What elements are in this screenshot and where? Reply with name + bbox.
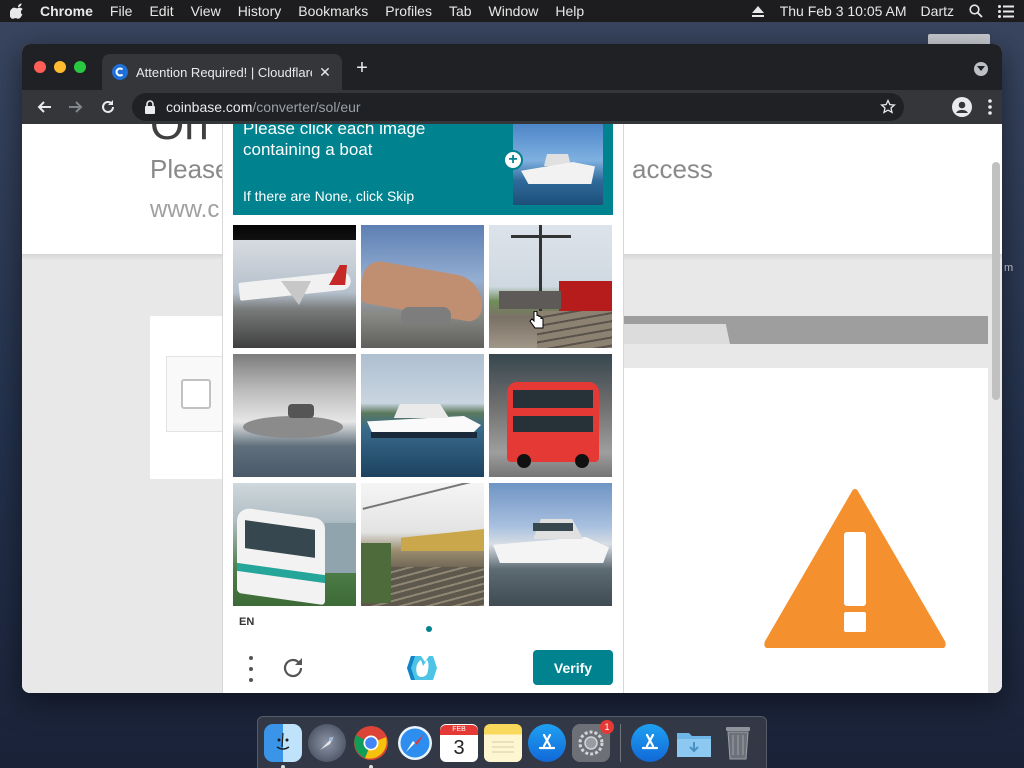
language-selector[interactable]: EN (239, 616, 254, 628)
eject-icon[interactable] (750, 4, 766, 18)
menu-file[interactable]: File (110, 3, 133, 19)
calendar-icon[interactable]: FEB 3 (440, 723, 478, 762)
finder-icon[interactable] (264, 723, 302, 768)
dock-separator (620, 723, 621, 762)
window-controls (34, 61, 86, 73)
page-access-text: access (632, 154, 713, 184)
menu-clock[interactable]: Thu Feb 3 10:05 AM (780, 3, 907, 19)
menu-history[interactable]: History (238, 3, 282, 19)
captcha-image-4[interactable] (233, 354, 356, 477)
warning-icon (764, 486, 946, 653)
hcaptcha-logo-icon[interactable] (405, 652, 439, 689)
minimize-window-button[interactable] (54, 61, 66, 73)
captcha-prompt-text: Please click each image containing a boa… (243, 124, 426, 159)
page-heading: Oh (150, 124, 209, 149)
progress-tab (624, 324, 730, 344)
captcha-prompt: Please click each image containing a boa… (233, 124, 613, 215)
menu-tab[interactable]: Tab (449, 3, 472, 19)
trash-icon[interactable] (719, 724, 757, 762)
calendar-day: 3 (453, 736, 465, 759)
notes-icon[interactable] (484, 723, 522, 762)
refresh-challenge-icon[interactable] (281, 656, 305, 685)
back-button[interactable] (34, 97, 54, 117)
page-content: Oh Please www.c access Please click each… (22, 124, 1002, 693)
example-boat-image[interactable] (513, 124, 603, 205)
tab-search-icon[interactable] (974, 62, 988, 76)
reload-button[interactable] (98, 97, 118, 117)
page-scrollbar[interactable] (992, 162, 1000, 400)
launchpad-icon[interactable] (308, 723, 346, 762)
captcha-image-3[interactable] (489, 225, 612, 348)
menu-edit[interactable]: Edit (149, 3, 173, 19)
apple-icon[interactable] (10, 3, 26, 19)
page-subheading: Please (150, 154, 230, 184)
tab-title: Attention Required! | Cloudflare (136, 64, 312, 80)
app-store-icon[interactable] (528, 723, 566, 762)
menu-bar: Chrome File Edit View History Bookmarks … (0, 0, 1024, 22)
url-path: /converter/sol/eur (252, 99, 361, 115)
page-indicator-dot (426, 626, 432, 632)
menu-profiles[interactable]: Profiles (385, 3, 432, 19)
captcha-challenge: Please click each image containing a boa… (222, 124, 624, 693)
captcha-skip-hint: If there are None, click Skip (243, 188, 415, 204)
human-checkbox[interactable] (181, 379, 211, 409)
captcha-menu-icon[interactable] (245, 656, 257, 682)
downloads-folder-icon[interactable] (675, 724, 713, 762)
spotlight-search-icon[interactable] (968, 4, 984, 18)
close-tab-icon[interactable]: ✕ (318, 64, 332, 81)
captcha-image-5[interactable] (361, 354, 484, 477)
hand-cursor-icon (529, 310, 545, 329)
url-host: coinbase.com (166, 99, 253, 115)
captcha-image-1[interactable] (233, 225, 356, 348)
app-store-downloads-icon[interactable] (631, 723, 669, 762)
notification-badge: 1 (600, 719, 614, 734)
browser-window: Attention Required! | Cloudflare ✕ + coi… (22, 44, 1002, 693)
verify-button[interactable]: Verify (533, 650, 613, 685)
new-tab-button[interactable]: + (352, 58, 372, 78)
menu-view[interactable]: View (191, 3, 221, 19)
expand-example-icon[interactable]: + (503, 150, 523, 170)
safari-icon[interactable] (396, 724, 434, 762)
captcha-image-8[interactable] (361, 483, 484, 606)
forward-button[interactable] (66, 97, 86, 117)
chrome-icon[interactable] (352, 724, 390, 768)
menu-window[interactable]: Window (489, 3, 539, 19)
captcha-image-6[interactable] (489, 354, 612, 477)
tab-strip: Attention Required! | Cloudflare ✕ + (22, 44, 1002, 90)
calendar-month: FEB (440, 724, 478, 735)
browser-toolbar: coinbase.com/converter/sol/eur (22, 90, 1002, 124)
desktop-label: m (1004, 262, 1014, 274)
lock-icon[interactable] (144, 100, 158, 114)
dock: FEB 3 1 (257, 716, 767, 768)
zoom-window-button[interactable] (74, 61, 86, 73)
captcha-image-2[interactable] (361, 225, 484, 348)
bookmark-star-icon[interactable] (880, 98, 896, 118)
profile-icon[interactable] (952, 97, 972, 122)
chrome-menu-icon[interactable] (988, 99, 992, 120)
captcha-image-grid (233, 225, 613, 606)
notification-center-icon[interactable] (998, 4, 1014, 18)
captcha-image-9[interactable] (489, 483, 612, 606)
system-preferences-icon[interactable]: 1 (572, 719, 614, 762)
menu-bookmarks[interactable]: Bookmarks (298, 3, 368, 19)
captcha-footer: Verify (233, 648, 613, 688)
captcha-image-7[interactable] (233, 483, 356, 606)
close-window-button[interactable] (34, 61, 46, 73)
menu-app-name[interactable]: Chrome (40, 3, 93, 19)
menu-help[interactable]: Help (555, 3, 584, 19)
cloudflare-favicon-icon (112, 64, 128, 80)
menu-user[interactable]: Dartz (921, 3, 954, 19)
tab-active[interactable]: Attention Required! | Cloudflare ✕ (102, 54, 342, 90)
page-domain-text: www.c (150, 196, 220, 223)
address-bar[interactable]: coinbase.com/converter/sol/eur (132, 93, 904, 121)
